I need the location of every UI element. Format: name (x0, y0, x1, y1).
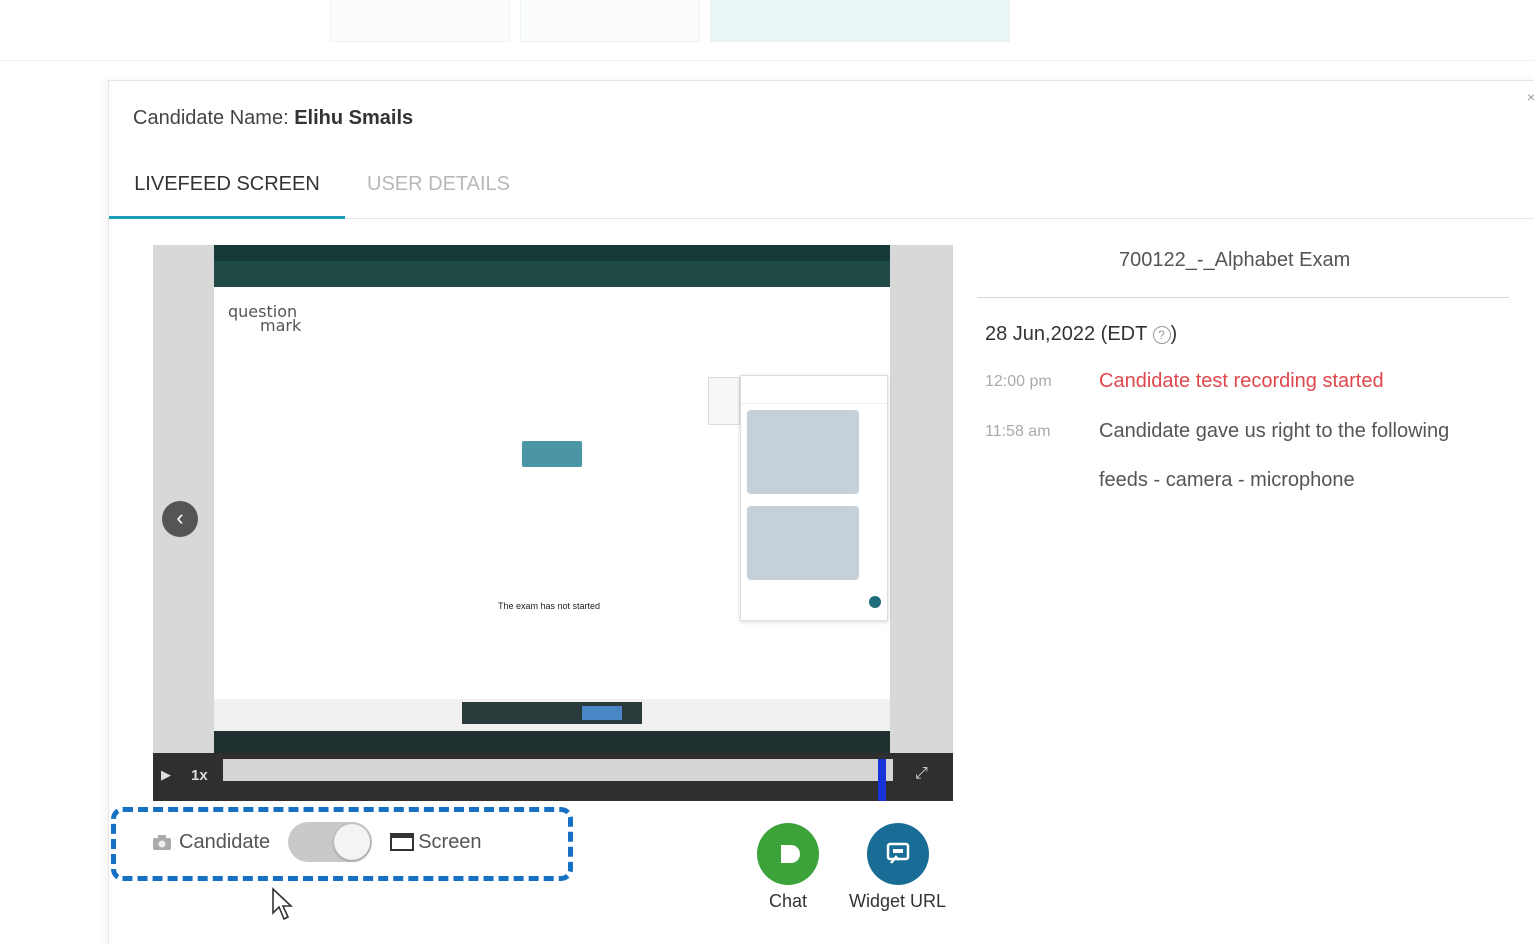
candidate-name-heading: Candidate Name: Elihu Smails (133, 107, 413, 130)
exam-title: 700122_-_Alphabet Exam (1119, 249, 1351, 271)
feed-toggle: Candidate Screen (151, 817, 482, 867)
progress-fill (223, 759, 887, 781)
recorded-chat-bubble (747, 410, 859, 494)
logo-line-2: mark (260, 316, 302, 335)
log-message: Candidate test recording started (1099, 370, 1384, 392)
recorded-chat-header (741, 376, 887, 404)
chat-icon (781, 845, 800, 863)
modal-tabs: LIVEFEED SCREEN USER DETAILS (109, 169, 1534, 219)
recorded-sharing-bar (462, 702, 642, 724)
questionmark-logo: question mark (228, 304, 302, 335)
progress-handle[interactable] (878, 759, 887, 801)
fullscreen-icon[interactable]: ⤢ (915, 765, 928, 783)
log-message-continuation: feeds - camera - microphone (1099, 469, 1355, 491)
log-date-close: ) (1170, 323, 1178, 345)
recorded-screen: question mark The exam has not started (214, 245, 890, 753)
background-tab-active (710, 0, 1010, 42)
recorded-browser-tabs (214, 245, 890, 261)
recorded-chat-bubble (747, 506, 859, 580)
recorded-page: question mark The exam has not started (214, 287, 890, 699)
candidate-name-value: Elihu Smails (294, 107, 414, 129)
recorded-footer (214, 699, 890, 731)
recorded-chat-window (740, 375, 888, 621)
switch-knob (334, 824, 371, 860)
recorded-address-bar (214, 261, 890, 287)
recorded-button (522, 441, 582, 467)
background-tab (520, 0, 700, 42)
widget-url-button[interactable] (867, 823, 929, 885)
screen-icon (390, 833, 415, 851)
log-time: 11:58 am (985, 423, 1051, 440)
background-divider (0, 60, 1534, 61)
log-date-text: 28 Jun,2022 (EDT (985, 323, 1147, 345)
tab-user-details[interactable]: USER DETAILS (367, 169, 510, 219)
play-icon[interactable]: ▶ (161, 767, 171, 783)
mouse-cursor-icon (272, 887, 294, 921)
log-message: Candidate gave us right to the following (1099, 420, 1450, 442)
exam-status-text: The exam has not started (498, 601, 601, 611)
candidate-feed-label[interactable]: Candidate (179, 831, 270, 854)
background-tab (330, 0, 510, 42)
close-icon[interactable]: × (1527, 89, 1534, 105)
player-controls: ▶ 1x ⤢ (153, 753, 953, 801)
recorded-side-widget (708, 377, 740, 425)
log-date: 28 Jun,2022 (EDT ?) (985, 323, 1177, 346)
chat-button-label: Chat (769, 891, 808, 911)
playback-speed[interactable]: 1x (191, 767, 208, 784)
progress-bar[interactable] (223, 759, 893, 801)
screen-feed-label[interactable]: Screen (418, 831, 481, 854)
tab-livefeed-screen[interactable]: LIVEFEED SCREEN (109, 169, 345, 219)
log-time: 12:00 pm (985, 373, 1052, 390)
feed-switch[interactable] (288, 822, 373, 862)
widget-url-button-label: Widget URL (849, 891, 947, 911)
candidate-modal: × Candidate Name: Elihu Smails LIVEFEED … (108, 80, 1534, 944)
exam-title-divider (977, 297, 1509, 298)
recorded-taskbar (214, 731, 890, 753)
recorded-send-icon (869, 596, 881, 608)
candidate-name-label: Candidate Name: (133, 107, 289, 129)
widget-url-icon (886, 842, 910, 864)
chat-button[interactable] (757, 823, 819, 885)
background-tabs (330, 0, 1010, 42)
chevron-left-icon[interactable]: ‹ (162, 501, 198, 537)
help-icon[interactable]: ? (1152, 325, 1171, 344)
camera-icon (153, 835, 171, 850)
video-player: question mark The exam has not started ‹ (153, 245, 953, 801)
